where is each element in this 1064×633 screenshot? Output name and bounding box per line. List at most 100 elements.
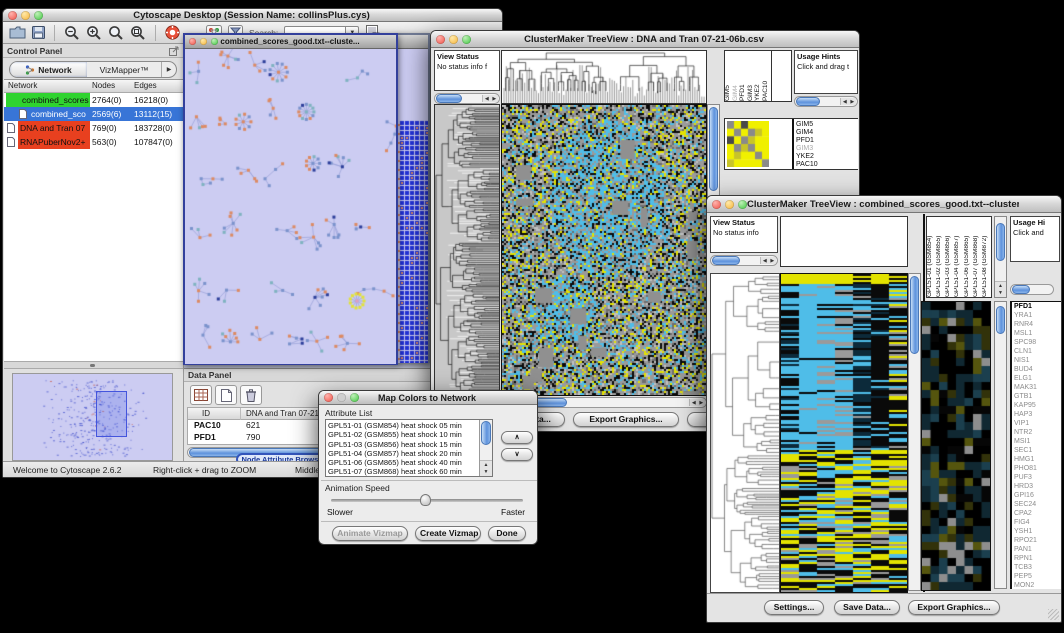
- arrow-right-icon[interactable]: ▶: [699, 400, 703, 406]
- network-frame-titlebar[interactable]: combined_scores_good.txt--cluste...: [185, 35, 396, 49]
- hscroll-arrows[interactable]: ◀▶: [689, 399, 705, 406]
- attribute-list-item[interactable]: GPL51-01 (GSM854) heat shock 05 min: [326, 421, 480, 430]
- vscroll-thumb[interactable]: [996, 306, 1005, 334]
- tv2-column-label[interactable]: GPL51-06 (GSM865): [964, 217, 973, 297]
- gene-list-item[interactable]: HMG1: [1012, 455, 1061, 464]
- speed-slider-thumb[interactable]: [420, 494, 431, 506]
- zoom-fit-icon[interactable]: [130, 25, 146, 41]
- tv1-zoom-row-label[interactable]: YKE2: [796, 153, 858, 161]
- main-titlebar[interactable]: Cytoscape Desktop (Session Name: collins…: [3, 9, 502, 22]
- vscroll-arrows[interactable]: ▲▼: [480, 460, 492, 476]
- zoom-button[interactable]: [462, 35, 471, 44]
- gene-list-item[interactable]: RNR4: [1012, 320, 1061, 329]
- arrow-right-icon[interactable]: ▶: [850, 99, 854, 105]
- arrow-down-icon[interactable]: ▼: [998, 290, 1003, 296]
- vscroll-thumb[interactable]: [996, 223, 1005, 261]
- zoom-button[interactable]: [350, 393, 359, 402]
- attribute-list-item[interactable]: GPL51-02 (GSM855) heat shock 10 min: [326, 430, 480, 439]
- gene-list-item[interactable]: PAN1: [1012, 545, 1061, 554]
- network-row[interactable]: RNAPuberNov2+563(0)107847(0): [4, 135, 183, 149]
- hscroll-thumb[interactable]: [436, 94, 462, 103]
- close-button[interactable]: [189, 38, 196, 45]
- tv2-column-label[interactable]: GPL51-08 (GSM872): [982, 217, 991, 297]
- move-down-button[interactable]: ∨: [501, 448, 533, 461]
- zoom-button[interactable]: [211, 38, 218, 45]
- minimize-button[interactable]: [21, 11, 30, 20]
- zoom-in-icon[interactable]: [86, 25, 102, 41]
- treeview2-titlebar[interactable]: ClusterMaker TreeView : combined_scores_…: [707, 196, 1061, 213]
- gene-list-item[interactable]: GTB1: [1012, 392, 1061, 401]
- network-row[interactable]: combined_sco2569(6)13112(15): [4, 107, 183, 121]
- minimize-button[interactable]: [449, 35, 458, 44]
- gene-list-item[interactable]: BUD4: [1012, 365, 1061, 374]
- attribute-list-item[interactable]: GPL51-07 (GSM868) heat shock 60 min: [326, 467, 480, 476]
- gene-list-item[interactable]: MSL1: [1012, 329, 1061, 338]
- tv2-hints-hscrollbar[interactable]: [1010, 284, 1054, 295]
- tv2-row-dendrogram[interactable]: [710, 273, 780, 593]
- tv2-save-data-button[interactable]: Save Data...: [834, 600, 900, 615]
- tv1-zoom-row-label[interactable]: GIM3: [796, 145, 858, 153]
- arrow-left-icon[interactable]: ◀: [485, 96, 489, 102]
- gene-list-item[interactable]: TCB3: [1012, 563, 1061, 572]
- hscroll-thumb[interactable]: [1012, 285, 1030, 294]
- dialog-titlebar[interactable]: Map Colors to Network: [319, 391, 537, 405]
- animate-vizmap-button[interactable]: Animate Vizmap: [332, 526, 408, 541]
- zoom-selected-icon[interactable]: [108, 25, 124, 41]
- hscroll-arrows[interactable]: ◀▶: [840, 98, 856, 105]
- minimize-button[interactable]: [725, 200, 734, 209]
- open-file-icon[interactable]: [9, 26, 26, 39]
- tv1-zoom-row-label[interactable]: GIM4: [796, 129, 858, 137]
- vscroll-thumb[interactable]: [910, 276, 919, 354]
- gene-list-item[interactable]: MAK31: [1012, 383, 1061, 392]
- attribute-list-item[interactable]: GPL51-06 (GSM865) heat shock 40 min: [326, 458, 480, 467]
- minimize-button[interactable]: [337, 393, 346, 402]
- gene-list-item[interactable]: NIS1: [1012, 356, 1061, 365]
- arrow-up-icon[interactable]: ▲: [484, 462, 489, 468]
- gene-list-item[interactable]: HAP3: [1012, 410, 1061, 419]
- gene-list-item[interactable]: GPI16: [1012, 491, 1061, 500]
- gene-list-item[interactable]: PEP5: [1012, 572, 1061, 581]
- tv2-status-hscrollbar[interactable]: ◀▶: [710, 255, 778, 266]
- tv1-hints-hscrollbar[interactable]: ◀▶: [794, 96, 858, 107]
- attribute-list-item[interactable]: GPL51-03 (GSM856) heat shock 15 min: [326, 440, 480, 449]
- vscroll-arrows[interactable]: ▲▼: [995, 281, 1006, 297]
- gene-list-item[interactable]: KAP95: [1012, 401, 1061, 410]
- arrow-down-icon[interactable]: ▼: [484, 469, 489, 475]
- tv2-heatmap-vscrollbar[interactable]: [908, 273, 921, 591]
- zoom-button[interactable]: [34, 11, 43, 20]
- gene-list-item[interactable]: ELG1: [1012, 374, 1061, 383]
- gene-list-item[interactable]: MSI1: [1012, 437, 1061, 446]
- tv2-column-label[interactable]: GPL51-07 (GSM868): [973, 217, 982, 297]
- gene-list-item[interactable]: PHO81: [1012, 464, 1061, 473]
- back-frame-titlebar[interactable]: [398, 35, 428, 49]
- minimize-button[interactable]: [200, 38, 207, 45]
- zoom-button[interactable]: [738, 200, 747, 209]
- tab-network[interactable]: Network: [10, 62, 87, 77]
- gene-list-item[interactable]: PFD1: [1012, 302, 1061, 311]
- gene-list-item[interactable]: VIP1: [1012, 419, 1061, 428]
- col-nodes[interactable]: Nodes: [92, 81, 115, 90]
- gene-list-item[interactable]: MON2: [1012, 581, 1061, 589]
- arrow-left-icon[interactable]: ◀: [843, 99, 847, 105]
- hscroll-thumb[interactable]: [796, 97, 820, 106]
- hscroll-arrows[interactable]: ◀▶: [760, 257, 776, 264]
- tv1-column-label[interactable]: GIM5: [725, 51, 733, 101]
- gene-list-item[interactable]: RPN1: [1012, 554, 1061, 563]
- float-panel-icon[interactable]: [169, 46, 179, 56]
- tv1-heatmap[interactable]: [501, 104, 707, 396]
- gene-list-item[interactable]: SEC1: [1012, 446, 1061, 455]
- help-lifebuoy-icon[interactable]: [165, 25, 180, 40]
- tv1-column-label[interactable]: PAC10: [763, 51, 771, 101]
- tv2-zoom-vscrollbar[interactable]: [994, 301, 1007, 589]
- arrow-left-icon[interactable]: ◀: [692, 400, 696, 406]
- arrow-up-icon[interactable]: ▲: [998, 283, 1003, 289]
- vscroll-thumb[interactable]: [481, 421, 491, 445]
- tv2-heatmap[interactable]: [780, 273, 908, 593]
- tv1-row-dendrogram[interactable]: [434, 104, 500, 396]
- gene-list-item[interactable]: FIG4: [1012, 518, 1061, 527]
- tv1-column-label[interactable]: YKE2: [755, 51, 763, 101]
- attribute-select-button[interactable]: [190, 385, 212, 405]
- gene-list-item[interactable]: NTR2: [1012, 428, 1061, 437]
- arrow-left-icon[interactable]: ◀: [763, 258, 767, 264]
- treeview1-titlebar[interactable]: ClusterMaker TreeView : DNA and Tran 07-…: [431, 31, 859, 48]
